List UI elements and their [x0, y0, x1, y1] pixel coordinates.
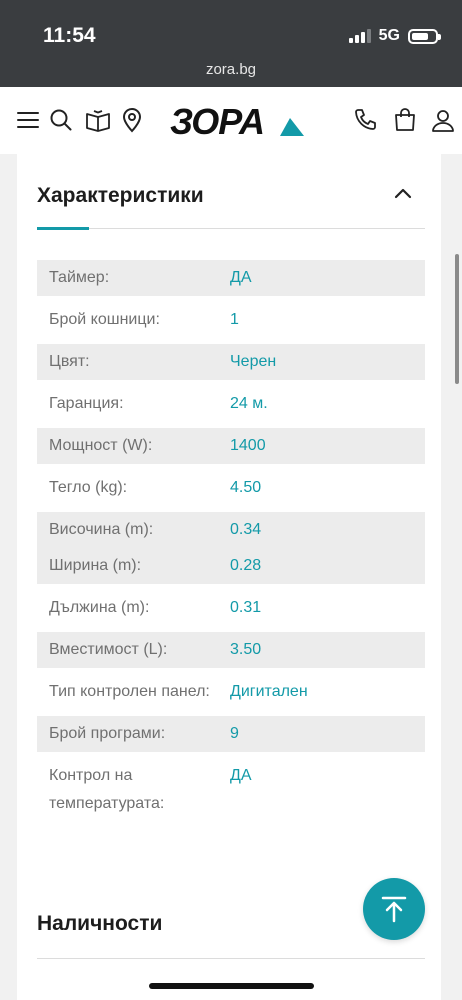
spec-row: Цвят: Черен: [37, 344, 425, 380]
spec-key: Ширина (m):: [49, 557, 142, 574]
network-type: 5G: [378, 27, 400, 44]
url-bar[interactable]: zora.bg: [0, 61, 462, 78]
product-details-card: Характеристики Таймер: ДА Брой кошници: 1 Цв…: [17, 154, 441, 1000]
spec-key: Гаранция:: [49, 395, 124, 412]
spec-value: 1400: [230, 437, 266, 454]
spec-row: Дължина (m): 0.31: [37, 590, 425, 626]
user-icon[interactable]: [430, 107, 456, 133]
status-time: 11:54: [43, 24, 96, 47]
spec-value: ДА: [230, 767, 252, 784]
scroll-to-top-button[interactable]: [363, 878, 425, 940]
availability-title[interactable]: Наличности: [37, 912, 162, 936]
specs-table: Таймер: ДА Брой кошници: 1 Цвят: Черен Гаранци…: [37, 260, 425, 828]
spec-value: 9: [230, 725, 239, 742]
spec-value: Дигитален: [230, 683, 308, 700]
chevron-up-icon[interactable]: [391, 182, 415, 206]
spec-key: Височина (m):: [49, 521, 154, 538]
spec-row: Височина (m): 0.34: [37, 512, 425, 548]
svg-text:ЗОРА: ЗОРА: [170, 103, 264, 139]
spec-row: Таймер: ДА: [37, 260, 425, 296]
spec-row: Ширина (m): 0.28: [37, 548, 425, 584]
spec-row: Тегло (kg): 4.50: [37, 470, 425, 506]
availability-divider: [37, 958, 425, 959]
search-icon[interactable]: [48, 107, 74, 133]
spec-value: 24 м.: [230, 395, 268, 412]
spec-key: Брой програми:: [49, 725, 166, 742]
spec-key: Цвят:: [49, 353, 90, 370]
spec-row: Вместимост (L): 3.50: [37, 632, 425, 668]
shopping-bag-icon[interactable]: [392, 107, 418, 133]
row-gap: [37, 822, 425, 828]
spec-value: 3.50: [230, 641, 262, 658]
spec-value: 0.28: [230, 557, 262, 574]
spec-key: Вместимост (L):: [49, 641, 168, 658]
spec-value: 4.50: [230, 479, 262, 496]
spec-key: Мощност (W):: [49, 437, 153, 454]
phone-icon[interactable]: [352, 107, 378, 133]
spec-key: Контрол на температурата:: [49, 767, 165, 812]
section-accent-underline: [37, 227, 89, 230]
spec-value: 0.31: [230, 599, 262, 616]
section-divider: [37, 228, 425, 229]
spec-row: Контрол на температурата: ДА: [37, 758, 425, 822]
scrollbar[interactable]: [455, 254, 459, 384]
location-pin-icon[interactable]: [119, 107, 145, 133]
status-indicators: 5G: [348, 27, 441, 45]
arrow-up-to-line-icon: [381, 896, 407, 923]
characteristics-title[interactable]: Характеристики: [37, 184, 204, 208]
battery-icon: [408, 28, 441, 44]
zora-logo[interactable]: ЗОРА: [168, 101, 308, 142]
page-content: Характеристики Таймер: ДА Брой кошници: 1 Цв…: [0, 154, 462, 1000]
spec-key: Тип контролен панел:: [49, 683, 210, 700]
signal-icon: [348, 29, 371, 43]
catalog-book-icon[interactable]: [85, 107, 111, 133]
spec-value: Черен: [230, 353, 277, 370]
spec-key: Брой кошници:: [49, 311, 160, 328]
spec-key: Тегло (kg):: [49, 479, 128, 496]
menu-icon[interactable]: [15, 107, 41, 133]
site-header: ЗОРА: [0, 87, 462, 154]
spec-key: Дължина (m):: [49, 599, 150, 616]
spec-value: 1: [230, 311, 239, 328]
spec-value: 0.34: [230, 521, 262, 538]
spec-key: Таймер:: [49, 269, 110, 286]
home-indicator[interactable]: [149, 983, 314, 989]
spec-row: Брой програми: 9: [37, 716, 425, 752]
browser-top-bar: 11:54 5G zora.bg: [0, 0, 462, 87]
spec-row: Тип контролен панел: Дигитален: [37, 674, 425, 710]
spec-value: ДА: [230, 269, 252, 286]
spec-row: Гаранция: 24 м.: [37, 386, 425, 422]
spec-row: Мощност (W): 1400: [37, 428, 425, 464]
spec-row: Брой кошници: 1: [37, 302, 425, 338]
